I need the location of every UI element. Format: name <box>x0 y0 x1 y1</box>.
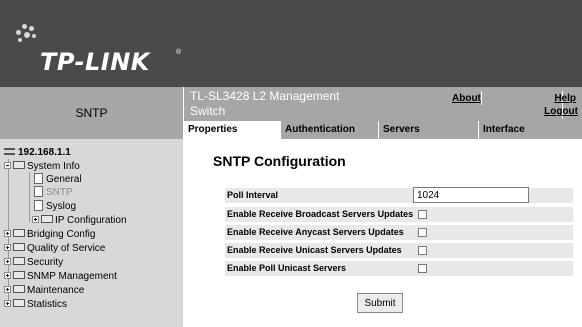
folder-icon <box>13 285 25 294</box>
top-bar: TL-SL3428 L2 Management Switch About Hel… <box>184 87 582 121</box>
tree-item-statistics[interactable]: Statistics <box>4 298 67 311</box>
broadcast-label: Enable Receive Broadcast Servers Updates <box>227 209 414 219</box>
poll-unicast-label: Enable Poll Unicast Servers <box>227 263 347 273</box>
tree-item-security[interactable]: Security <box>4 256 63 269</box>
folder-icon <box>13 299 25 308</box>
tree-item-label: System Info <box>27 161 80 172</box>
tree-item-label: Bridging Config <box>27 229 96 240</box>
tree-item-label: Statistics <box>27 299 68 310</box>
submit-button[interactable]: Submit <box>357 293 403 313</box>
logo-dots-icon <box>14 24 44 48</box>
main-content: SNTP Configuration Poll Interval Enable … <box>185 139 582 327</box>
folder-open-icon <box>13 161 25 170</box>
tree-item-label: IP Configuration <box>55 215 127 226</box>
network-icon <box>4 147 15 155</box>
tree-item-general[interactable]: General <box>34 172 82 186</box>
navigation-tree: 192.168.1.1 System Info General SNTP Sys… <box>0 139 184 327</box>
tab-properties[interactable]: Properties <box>184 121 280 139</box>
page-title: SNTP Configuration <box>213 153 346 169</box>
tree-item-maintenance[interactable]: Maintenance <box>4 284 84 297</box>
tree-item-sntp[interactable]: SNTP <box>34 185 73 199</box>
anycast-row: Enable Receive Anycast Servers Updates <box>225 225 573 240</box>
expand-icon <box>32 215 39 223</box>
poll-interval-label: Poll Interval <box>227 190 279 200</box>
folder-icon <box>41 215 53 224</box>
tree-item-label: Quality of Service <box>27 243 106 254</box>
expand-icon <box>4 299 11 307</box>
tree-item-label: Security <box>27 257 64 268</box>
tree-item-syslog[interactable]: Syslog <box>34 199 77 213</box>
unicast-checkbox[interactable] <box>418 246 427 255</box>
page-icon <box>34 185 43 197</box>
tp-link-logo: TP-LINK ® <box>10 22 182 77</box>
tree-item-bridging-config[interactable]: Bridging Config <box>4 228 95 241</box>
poll-unicast-row: Enable Poll Unicast Servers <box>225 261 573 276</box>
page-icon <box>34 199 43 211</box>
folder-icon <box>13 229 25 238</box>
tree-item-snmp-management[interactable]: SNMP Management <box>4 270 117 283</box>
section-title: SNTP <box>0 87 184 139</box>
tree-item-label: General <box>46 174 82 185</box>
anycast-checkbox[interactable] <box>418 228 427 237</box>
poll-interval-input[interactable] <box>413 187 529 203</box>
expand-icon <box>4 257 11 265</box>
logo-text: TP-LINK <box>40 48 150 76</box>
tab-interface[interactable]: Interface <box>478 121 582 139</box>
collapse-icon <box>4 161 11 169</box>
tree-item-quality-of-service[interactable]: Quality of Service <box>4 242 105 255</box>
expand-icon <box>4 243 11 251</box>
page-icon <box>34 172 43 184</box>
unicast-label: Enable Receive Unicast Servers Updates <box>227 245 402 255</box>
broadcast-row: Enable Receive Broadcast Servers Updates <box>225 207 573 222</box>
folder-icon <box>13 243 25 252</box>
logo-registered-mark: ® <box>176 49 182 56</box>
expand-icon <box>4 285 11 293</box>
tree-line <box>29 172 30 222</box>
tree-item-label: SNMP Management <box>27 271 117 282</box>
divider <box>481 91 482 105</box>
folder-icon <box>13 271 25 280</box>
tree-root-label: 192.168.1.1 <box>18 147 71 158</box>
expand-icon <box>4 271 11 279</box>
expand-icon <box>4 229 11 237</box>
tab-bar: Properties Authentication Servers Interf… <box>184 121 582 139</box>
tab-authentication[interactable]: Authentication <box>280 121 378 139</box>
tab-servers[interactable]: Servers <box>378 121 478 139</box>
device-name: TL-SL3428 L2 Management Switch <box>190 89 340 118</box>
header-banner: TP-LINK ® <box>0 0 582 87</box>
tree-item-system-info[interactable]: System Info <box>4 160 80 173</box>
tree-item-ip-configuration[interactable]: IP Configuration <box>32 214 127 227</box>
tree-item-label: SNTP <box>46 187 73 198</box>
tree-item-label: Maintenance <box>27 285 85 296</box>
about-link[interactable]: About <box>452 93 481 104</box>
unicast-row: Enable Receive Unicast Servers Updates <box>225 243 573 258</box>
help-link[interactable]: Help <box>554 93 576 104</box>
broadcast-checkbox[interactable] <box>418 210 427 219</box>
tree-item-label: Syslog <box>46 201 77 212</box>
anycast-label: Enable Receive Anycast Servers Updates <box>227 227 404 237</box>
tree-root[interactable]: 192.168.1.1 <box>4 146 71 159</box>
logout-link[interactable]: Logout <box>544 106 578 117</box>
folder-icon <box>13 257 25 266</box>
poll-unicast-checkbox[interactable] <box>418 264 427 273</box>
